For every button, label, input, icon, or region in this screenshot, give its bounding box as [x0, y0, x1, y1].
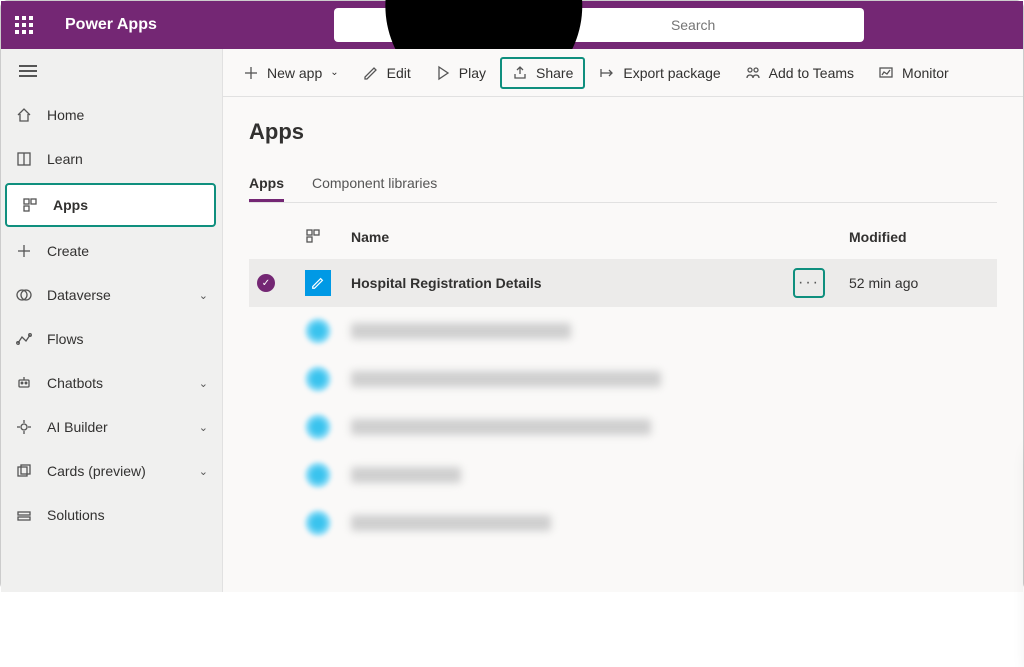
app-name[interactable]: Hospital Registration Details — [351, 275, 793, 291]
main-area: New app⌄ Edit Play Share Export package … — [223, 49, 1023, 592]
brand-title: Power Apps — [65, 16, 157, 34]
plus-icon — [243, 65, 259, 81]
share-button[interactable]: Share — [500, 57, 585, 89]
sidebar-item-aibuilder[interactable]: AI Builder⌄ — [1, 405, 222, 449]
chevron-down-icon: ⌄ — [199, 421, 208, 434]
export-icon — [599, 65, 615, 81]
edit-button[interactable]: Edit — [353, 59, 421, 87]
apps-grid: Name Modified Hospital Registration Deta… — [249, 215, 997, 547]
sidebar-item-apps[interactable]: Apps — [5, 183, 216, 227]
sidebar-item-create[interactable]: Create — [1, 229, 222, 273]
page-title: Apps — [249, 119, 997, 145]
new-app-button[interactable]: New app⌄ — [233, 59, 349, 87]
row-more-button[interactable]: ··· — [793, 268, 825, 298]
add-to-teams-button[interactable]: Add to Teams — [735, 59, 864, 87]
search-box[interactable] — [334, 8, 864, 42]
ai-icon — [15, 418, 33, 436]
apps-icon — [21, 196, 39, 214]
search-input[interactable] — [671, 17, 852, 33]
chevron-down-icon: ⌄ — [199, 465, 208, 478]
pencil-icon — [363, 65, 379, 81]
table-row[interactable] — [249, 499, 997, 547]
cards-icon — [15, 462, 33, 480]
grid-type-icon — [305, 228, 321, 244]
chevron-down-icon: ⌄ — [330, 67, 338, 78]
sidebar-item-dataverse[interactable]: Dataverse⌄ — [1, 273, 222, 317]
chevron-down-icon: ⌄ — [199, 289, 208, 302]
sidebar-item-flows[interactable]: Flows — [1, 317, 222, 361]
table-row[interactable] — [249, 403, 997, 451]
book-icon — [15, 150, 33, 168]
solutions-icon — [15, 506, 33, 524]
sidebar-item-cards[interactable]: Cards (preview)⌄ — [1, 449, 222, 493]
table-row[interactable] — [249, 307, 997, 355]
sidebar: Home Learn Apps Create Dataverse⌄ Flows … — [1, 49, 223, 592]
row-select-check[interactable] — [257, 274, 275, 292]
export-button[interactable]: Export package — [589, 59, 730, 87]
table-row[interactable] — [249, 355, 997, 403]
app-launcher-icon[interactable] — [15, 16, 33, 34]
column-name[interactable]: Name — [351, 229, 793, 245]
command-bar: New app⌄ Edit Play Share Export package … — [223, 49, 1023, 97]
dataverse-icon — [15, 286, 33, 304]
tab-apps[interactable]: Apps — [249, 167, 284, 202]
monitor-icon — [878, 65, 894, 81]
chatbot-icon — [15, 374, 33, 392]
plus-icon — [15, 242, 33, 260]
grid-header: Name Modified — [249, 215, 997, 259]
column-modified[interactable]: Modified — [849, 229, 989, 245]
chevron-down-icon: ⌄ — [199, 377, 208, 390]
table-row[interactable] — [249, 451, 997, 499]
play-icon — [435, 65, 451, 81]
play-button[interactable]: Play — [425, 59, 496, 87]
hamburger-button[interactable] — [1, 49, 222, 93]
modified-value: 52 min ago — [849, 275, 989, 291]
sidebar-item-home[interactable]: Home — [1, 93, 222, 137]
sidebar-item-chatbots[interactable]: Chatbots⌄ — [1, 361, 222, 405]
sidebar-item-solutions[interactable]: Solutions — [1, 493, 222, 537]
flows-icon — [15, 330, 33, 348]
teams-icon — [745, 65, 761, 81]
tab-component-libraries[interactable]: Component libraries — [312, 167, 437, 202]
app-type-icon — [305, 270, 331, 296]
top-header: Power Apps — [1, 1, 1023, 49]
tab-bar: Apps Component libraries — [249, 167, 997, 203]
table-row[interactable]: Hospital Registration Details ··· 52 min… — [249, 259, 997, 307]
sidebar-item-learn[interactable]: Learn — [1, 137, 222, 181]
monitor-button[interactable]: Monitor — [868, 59, 959, 87]
home-icon — [15, 106, 33, 124]
share-icon — [512, 65, 528, 81]
